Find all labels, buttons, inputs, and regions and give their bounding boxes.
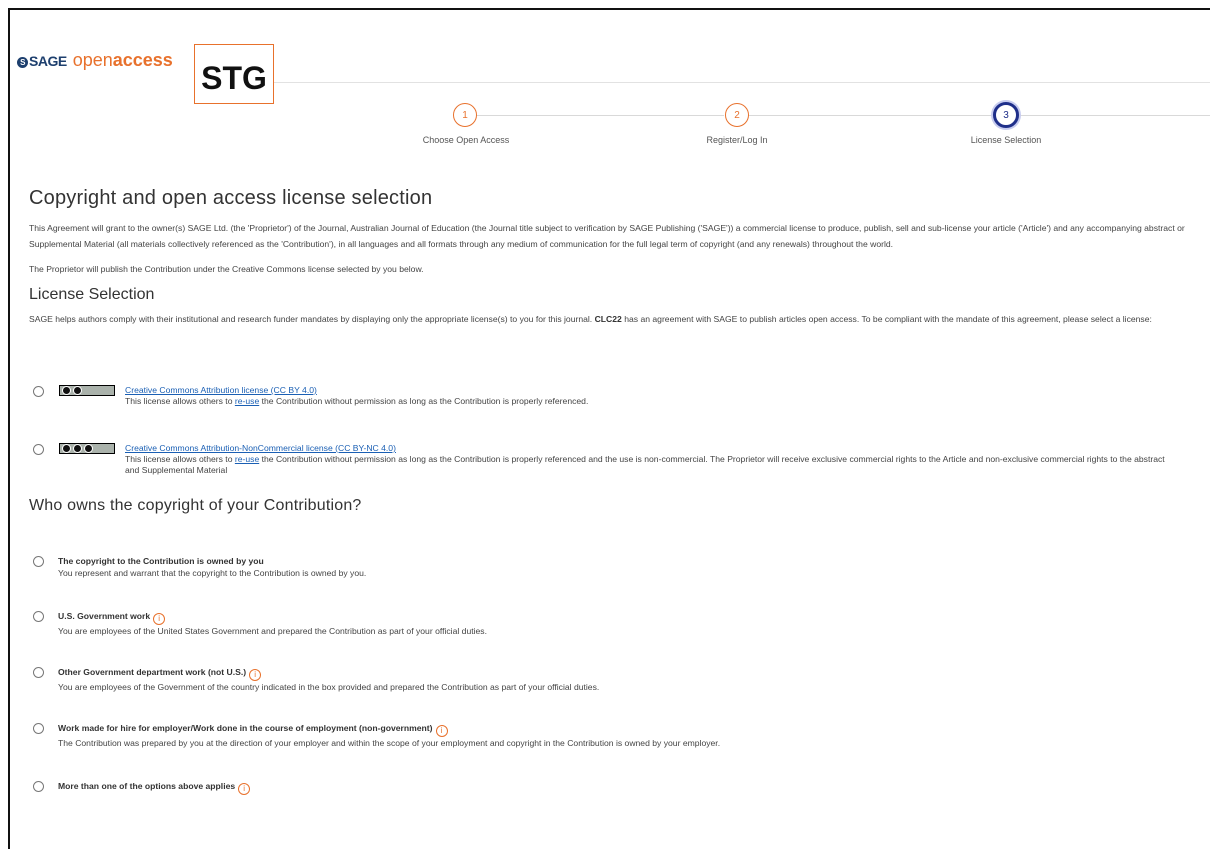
license-selection-heading: License Selection bbox=[29, 286, 155, 303]
main-content: Copyright and open access license select… bbox=[29, 187, 1199, 327]
ownership-title-us-gov: U.S. Government work bbox=[58, 611, 151, 621]
ownership-radio-other-gov[interactable] bbox=[33, 667, 44, 678]
reuse-link-cc-by-nc[interactable]: re-use bbox=[235, 454, 259, 464]
step-3-label: License Selection bbox=[970, 135, 1042, 145]
desc-pre: This license allows others to bbox=[125, 396, 235, 406]
agreement-text: This Agreement will grant to the owner(s… bbox=[29, 223, 1185, 249]
license-radio-cc-by-nc[interactable] bbox=[33, 444, 44, 455]
license-intro-org: CLC22 bbox=[594, 314, 622, 324]
step-2-label: Register/Log In bbox=[706, 135, 768, 145]
sage-logo-text: SAGE bbox=[29, 52, 67, 69]
ownership-desc-work-for-hire: The Contribution was prepared by you at … bbox=[58, 738, 721, 748]
license-option-cc-by-nc[interactable]: Creative Commons Attribution-NonCommerci… bbox=[33, 443, 1165, 476]
ownership-title-other-gov: Other Government department work (not U.… bbox=[58, 667, 247, 677]
ownership-radio-multiple[interactable] bbox=[33, 781, 44, 792]
info-icon[interactable]: i bbox=[249, 669, 262, 681]
step-1-label: Choose Open Access bbox=[422, 135, 510, 145]
ownership-radio-you[interactable] bbox=[33, 556, 44, 567]
publish-text: The Proprietor will publish the Contribu… bbox=[29, 264, 424, 274]
wordmark-access: access bbox=[112, 50, 173, 70]
ownership-option-multiple[interactable]: More than one of the options above appli… bbox=[33, 780, 251, 795]
ownership-option-us-gov[interactable]: U.S. Government work i You are employees … bbox=[33, 610, 487, 637]
step-connector-3 bbox=[1019, 115, 1210, 116]
cc-by-nc-badge-icon bbox=[59, 443, 115, 454]
wordmark-open: open bbox=[72, 50, 113, 70]
license-desc-cc-by-nc: This license allows others to re-use the… bbox=[125, 454, 1165, 476]
license-link-cc-by[interactable]: Creative Commons Attribution license (CC… bbox=[125, 385, 317, 395]
ownership-radio-work-for-hire[interactable] bbox=[33, 723, 44, 734]
license-intro: SAGE helps authors comply with their ins… bbox=[29, 311, 1199, 327]
license-intro-post: has an agreement with SAGE to publish ar… bbox=[621, 314, 1152, 324]
ownership-title-work-for-hire: Work made for hire for employer/Work don… bbox=[58, 723, 433, 733]
step-connector-1 bbox=[474, 115, 724, 116]
cc-by-badge-icon bbox=[59, 385, 115, 396]
step-2-circle[interactable]: 2 bbox=[725, 103, 749, 127]
sage-logo: S SAGE bbox=[17, 53, 67, 69]
license-desc-cc-by: This license allows others to re-use the… bbox=[125, 396, 1145, 407]
step-connector-2 bbox=[748, 115, 993, 116]
info-icon[interactable]: i bbox=[153, 613, 166, 625]
sage-openaccess-logo: S SAGE openaccess bbox=[17, 50, 173, 71]
openaccess-wordmark: openaccess bbox=[73, 50, 173, 71]
ownership-desc-you: You represent and warrant that the copyr… bbox=[58, 568, 367, 578]
header-divider bbox=[274, 82, 1210, 83]
ownership-radio-us-gov[interactable] bbox=[33, 611, 44, 622]
ownership-option-work-for-hire[interactable]: Work made for hire for employer/Work don… bbox=[33, 722, 720, 749]
environment-badge: STG bbox=[194, 44, 274, 104]
ownership-option-you[interactable]: The copyright to the Contribution is own… bbox=[33, 555, 366, 579]
ownership-desc-us-gov: You are employees of the United States G… bbox=[58, 626, 487, 636]
license-option-cc-by[interactable]: Creative Commons Attribution license (CC… bbox=[33, 385, 1145, 407]
ownership-title-you: The copyright to the Contribution is own… bbox=[58, 556, 264, 566]
license-link-cc-by-nc[interactable]: Creative Commons Attribution-NonCommerci… bbox=[125, 443, 396, 453]
license-radio-cc-by[interactable] bbox=[33, 386, 44, 397]
ownership-title-multiple: More than one of the options above appli… bbox=[58, 781, 236, 791]
ownership-desc-other-gov: You are employees of the Government of t… bbox=[58, 682, 600, 692]
desc-pre: This license allows others to bbox=[125, 454, 235, 464]
ownership-heading: Who owns the copyright of your Contribut… bbox=[29, 497, 362, 514]
step-1-circle[interactable]: 1 bbox=[453, 103, 477, 127]
desc-post: the Contribution without permission as l… bbox=[259, 396, 589, 406]
info-icon[interactable]: i bbox=[435, 725, 448, 737]
page-title: Copyright and open access license select… bbox=[29, 187, 433, 209]
step-3-circle-active[interactable]: 3 bbox=[993, 102, 1019, 128]
ownership-option-other-gov[interactable]: Other Government department work (not U.… bbox=[33, 666, 599, 693]
reuse-link-cc-by[interactable]: re-use bbox=[235, 396, 259, 406]
desc-post: the Contribution without permission as l… bbox=[125, 454, 1165, 475]
license-intro-pre: SAGE helps authors comply with their ins… bbox=[29, 314, 595, 324]
info-icon[interactable]: i bbox=[238, 783, 251, 795]
sage-logo-mark-icon: S bbox=[17, 56, 28, 68]
